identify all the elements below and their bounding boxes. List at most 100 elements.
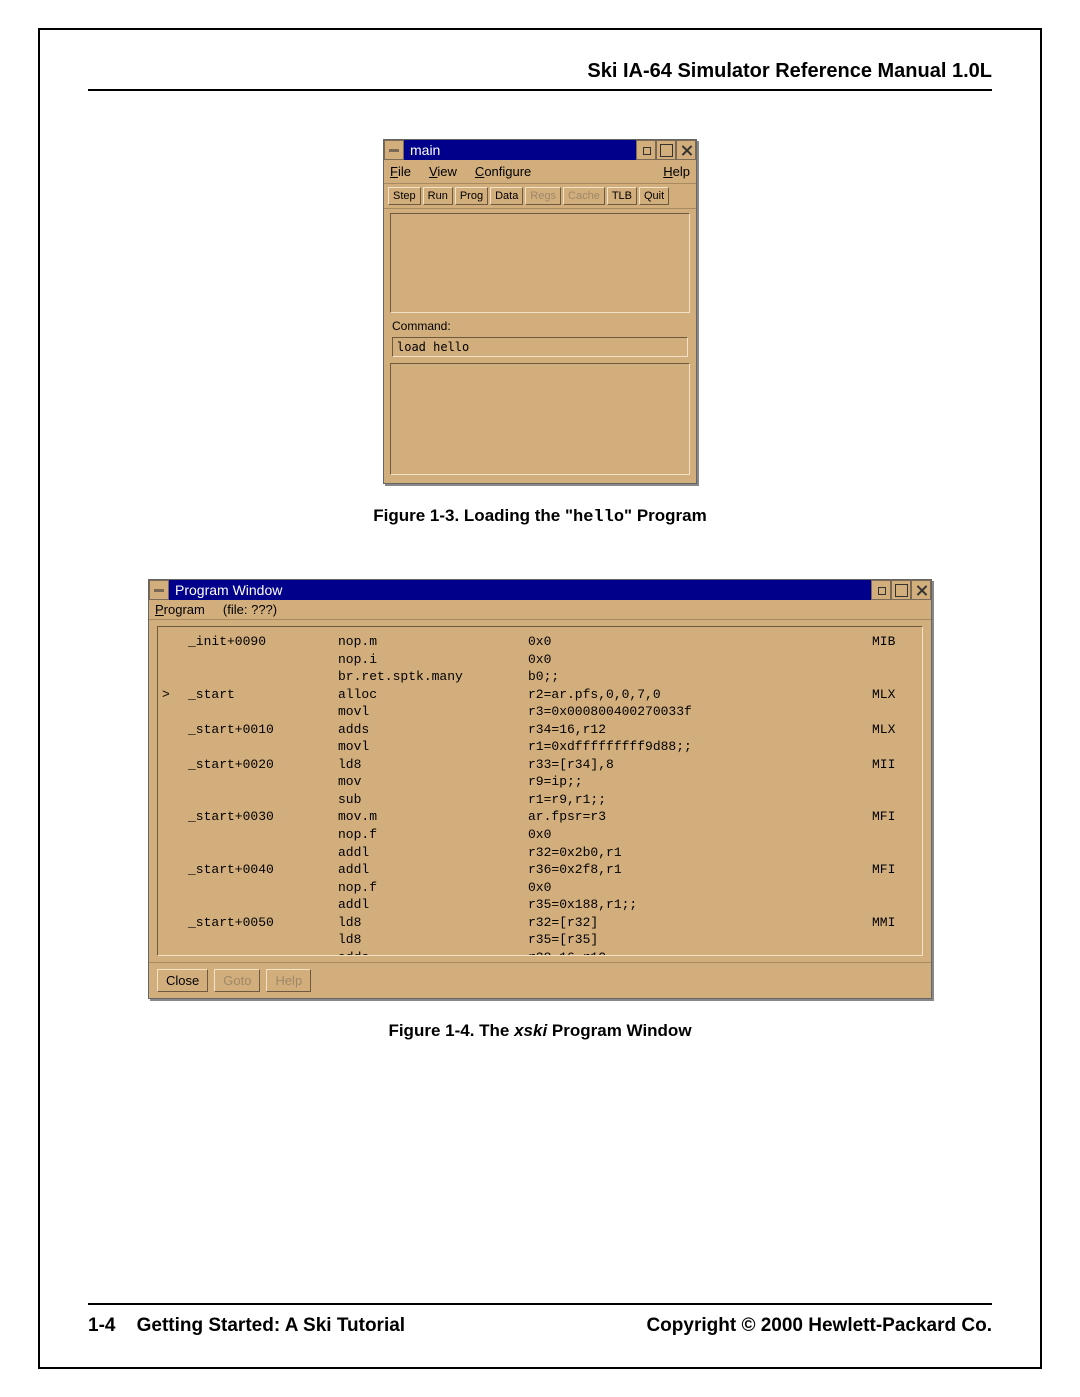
row-opcode: nop.m: [338, 633, 528, 651]
row-marker: [162, 949, 188, 956]
disasm-row: movr9=ip;;: [162, 773, 918, 791]
main-window-title: main: [404, 140, 636, 160]
section-title: Getting Started: A Ski Tutorial: [137, 1315, 405, 1336]
disasm-row: movlr3=0x000800400270033f: [162, 703, 918, 721]
main-toolbar: StepRunProgDataRegsCacheTLBQuit: [384, 184, 696, 209]
row-args: 0x0: [528, 633, 872, 651]
disasm-row: subr1=r9,r1;;: [162, 791, 918, 809]
program-window: Program Window Program (file: ???) _init…: [148, 579, 932, 999]
menu-file[interactable]: File: [390, 164, 411, 179]
row-label: _start+0040: [188, 861, 338, 879]
row-opcode: sub: [338, 791, 528, 809]
row-args: r1=0xdfffffffff9d88;;: [528, 738, 872, 756]
row-bundle: [872, 668, 918, 686]
row-args: r38=16,r12: [528, 949, 872, 956]
row-bundle: [872, 738, 918, 756]
program-menu[interactable]: Program: [155, 602, 205, 617]
row-marker: [162, 914, 188, 932]
row-label: [188, 844, 338, 862]
prog-button[interactable]: Prog: [455, 187, 488, 205]
disasm-row: ld8r35=[r35]: [162, 931, 918, 949]
close-icon[interactable]: [676, 140, 696, 160]
row-label: _start+0020: [188, 756, 338, 774]
row-marker: >: [162, 686, 188, 704]
row-marker: [162, 791, 188, 809]
row-bundle: [872, 651, 918, 669]
command-label: Command:: [384, 317, 696, 335]
minimize-icon[interactable]: [871, 580, 891, 600]
row-label: _start+0010: [188, 721, 338, 739]
menu-configure[interactable]: Configure: [475, 164, 531, 179]
minimize-icon[interactable]: [636, 140, 656, 160]
disassembly-listing: _init+0090nop.m0x0MIBnop.i0x0br.ret.sptk…: [157, 626, 923, 956]
command-input[interactable]: load hello: [392, 337, 688, 357]
row-bundle: MLX: [872, 721, 918, 739]
row-args: r36=0x2f8,r1: [528, 861, 872, 879]
row-args: 0x0: [528, 879, 872, 897]
row-args: r3=0x000800400270033f: [528, 703, 872, 721]
disasm-row: _start+0010addsr34=16,r12MLX: [162, 721, 918, 739]
menu-help[interactable]: Help: [663, 164, 690, 179]
tlb-button[interactable]: TLB: [607, 187, 637, 205]
row-opcode: addl: [338, 844, 528, 862]
disasm-row: addsr38=16,r12: [162, 949, 918, 956]
row-marker: [162, 756, 188, 774]
disasm-row: _start+0050ld8r32=[r32]MMI: [162, 914, 918, 932]
disasm-row: nop.f0x0: [162, 826, 918, 844]
row-marker: [162, 651, 188, 669]
row-marker: [162, 844, 188, 862]
step-button[interactable]: Step: [388, 187, 421, 205]
row-opcode: adds: [338, 949, 528, 956]
row-bundle: MII: [872, 756, 918, 774]
row-opcode: mov: [338, 773, 528, 791]
main-output-panel: [390, 213, 690, 313]
disasm-row: _start+0040addlr36=0x2f8,r1MFI: [162, 861, 918, 879]
maximize-icon[interactable]: [891, 580, 911, 600]
window-menu-icon[interactable]: [149, 580, 169, 600]
cache-button[interactable]: Cache: [563, 187, 605, 205]
row-opcode: nop.i: [338, 651, 528, 669]
row-opcode: addl: [338, 861, 528, 879]
row-label: [188, 879, 338, 897]
goto-button[interactable]: Goto: [214, 969, 260, 992]
maximize-icon[interactable]: [656, 140, 676, 160]
disasm-row: addlr32=0x2b0,r1: [162, 844, 918, 862]
regs-button[interactable]: Regs: [525, 187, 561, 205]
row-label: [188, 703, 338, 721]
row-bundle: [872, 879, 918, 897]
row-args: 0x0: [528, 651, 872, 669]
disasm-row: addlr35=0x188,r1;;: [162, 896, 918, 914]
run-button[interactable]: Run: [423, 187, 453, 205]
menu-view[interactable]: View: [429, 164, 457, 179]
row-args: 0x0: [528, 826, 872, 844]
close-button[interactable]: Close: [157, 969, 208, 992]
disasm-row: movlr1=0xdfffffffff9d88;;: [162, 738, 918, 756]
row-label: [188, 773, 338, 791]
row-bundle: [872, 949, 918, 956]
help-button[interactable]: Help: [266, 969, 311, 992]
row-args: ar.fpsr=r3: [528, 808, 872, 826]
window-menu-icon[interactable]: [384, 140, 404, 160]
row-bundle: [872, 844, 918, 862]
close-icon[interactable]: [911, 580, 931, 600]
figure-1-3-caption: Figure 1-3. Loading the "hello" Program: [88, 506, 992, 527]
quit-button[interactable]: Quit: [639, 187, 669, 205]
row-marker: [162, 826, 188, 844]
row-bundle: [872, 826, 918, 844]
footer-left: 1-4 Getting Started: A Ski Tutorial: [88, 1315, 405, 1337]
row-label: _init+0090: [188, 633, 338, 651]
command-section: Command: load hello: [384, 317, 696, 357]
row-marker: [162, 808, 188, 826]
row-bundle: MIB: [872, 633, 918, 651]
row-label: [188, 668, 338, 686]
row-marker: [162, 633, 188, 651]
row-bundle: MFI: [872, 861, 918, 879]
row-opcode: nop.f: [338, 879, 528, 897]
row-args: r32=0x2b0,r1: [528, 844, 872, 862]
data-button[interactable]: Data: [490, 187, 523, 205]
row-args: r1=r9,r1;;: [528, 791, 872, 809]
disasm-row: >_startallocr2=ar.pfs,0,0,7,0MLX: [162, 686, 918, 704]
row-label: [188, 949, 338, 956]
row-marker: [162, 931, 188, 949]
page-number: 1-4: [88, 1315, 115, 1336]
